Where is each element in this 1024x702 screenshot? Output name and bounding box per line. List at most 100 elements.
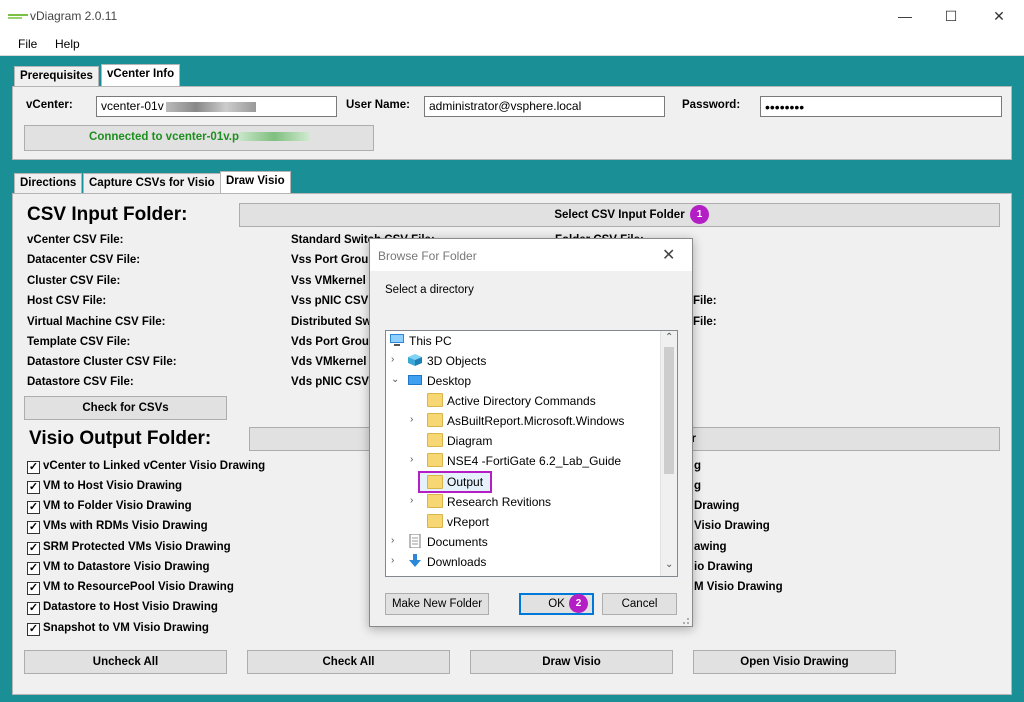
expand-arrow-icon[interactable]: ›	[391, 555, 401, 566]
dialog-title-bar: Browse For Folder ✕	[370, 239, 692, 271]
expand-arrow-icon[interactable]: ›	[391, 354, 401, 365]
expand-arrow-icon[interactable]: ›	[391, 535, 401, 546]
tree-item-folder[interactable]: vReport	[386, 512, 656, 532]
csv-file-label: Distributed Sw	[291, 316, 372, 328]
dialog-subtitle: Select a directory	[385, 284, 474, 296]
csv-file-label: Vss Port Group	[291, 254, 376, 266]
checkbox-label: io Drawing	[694, 561, 753, 573]
tree-scrollbar[interactable]: ⌃ ⌄	[660, 331, 677, 576]
resize-grip-icon[interactable]	[679, 614, 690, 625]
tab-prerequisites[interactable]: Prerequisites	[14, 66, 99, 87]
open-visio-drawing-button[interactable]: Open Visio Drawing	[693, 650, 896, 674]
dialog-close-button[interactable]: ✕	[662, 245, 675, 265]
tree-item-this-pc[interactable]: This PC	[386, 331, 656, 351]
cube-icon	[408, 354, 422, 366]
tree-item-label: Diagram	[447, 434, 493, 448]
checkbox-label: Datastore to Host Visio Drawing	[43, 601, 218, 613]
scroll-up-icon[interactable]: ⌃	[665, 332, 673, 343]
expand-arrow-icon[interactable]: ›	[410, 454, 420, 465]
tree-item-documents[interactable]: › Documents	[386, 532, 656, 552]
checkbox[interactable]: ✓	[27, 582, 40, 595]
check-for-csvs-button[interactable]: Check for CSVs	[24, 396, 227, 420]
vcenter-value: vcenter-01v	[101, 99, 164, 113]
password-input[interactable]: ••••••••	[760, 96, 1002, 117]
tab-directions[interactable]: Directions	[14, 173, 83, 194]
close-button[interactable]: ✕	[976, 0, 1022, 32]
checkbox-label: Snapshot to VM Visio Drawing	[43, 622, 209, 634]
folder-icon	[427, 393, 443, 407]
step-badge-1: 1	[690, 205, 709, 224]
app-icon	[8, 14, 28, 19]
csv-file-label: Vss pNIC CSV	[291, 295, 369, 307]
checkbox-label: VM to Folder Visio Drawing	[43, 500, 192, 512]
checkbox-label: SRM Protected VMs Visio Drawing	[43, 541, 231, 553]
checkbox-label: vCenter to Linked vCenter Visio Drawing	[43, 460, 266, 472]
checkbox-label: g	[694, 460, 702, 472]
tree-item-label: Downloads	[427, 555, 487, 569]
make-new-folder-button[interactable]: Make New Folder	[385, 593, 489, 615]
vcenter-input[interactable]: vcenter-01v	[96, 96, 337, 117]
tab-capture-csvs[interactable]: Capture CSVs for Visio	[83, 173, 221, 194]
menu-file[interactable]: File	[18, 37, 37, 51]
folder-icon	[427, 494, 443, 508]
tree-item-label: 3D Objects	[427, 354, 487, 368]
maximize-button[interactable]: ☐	[928, 0, 974, 32]
checkbox[interactable]: ✓	[27, 542, 40, 555]
checkbox-label: VM to Host Visio Drawing	[43, 480, 183, 492]
username-input[interactable]: administrator@vsphere.local	[424, 96, 665, 117]
cancel-button[interactable]: Cancel	[602, 593, 677, 615]
checkbox-label: g	[694, 480, 702, 492]
folder-icon	[427, 475, 443, 489]
checkbox[interactable]: ✓	[27, 623, 40, 636]
tree-item-desktop[interactable]: ⌄ Desktop	[386, 371, 656, 391]
menu-help[interactable]: Help	[55, 37, 80, 51]
check-all-button[interactable]: Check All	[247, 650, 450, 674]
csv-file-label: File:	[693, 295, 717, 307]
csv-file-label: Vss VMkernel	[291, 275, 366, 287]
tree-item-downloads[interactable]: › Downloads	[386, 552, 656, 572]
checkbox[interactable]: ✓	[27, 461, 40, 474]
uncheck-all-button[interactable]: Uncheck All	[24, 650, 227, 674]
tree-item-3d-objects[interactable]: › 3D Objects	[386, 351, 656, 371]
tree-item-label: This PC	[409, 334, 452, 348]
scrollbar-thumb[interactable]	[664, 347, 674, 474]
tree-item-folder[interactable]: Active Directory Commands	[386, 391, 656, 411]
folder-tree[interactable]: This PC › 3D Objects ⌄ Desktop Active Di…	[385, 330, 678, 577]
expand-arrow-icon[interactable]: ›	[410, 414, 420, 425]
blurred-redaction	[238, 132, 309, 142]
checkbox[interactable]: ✓	[27, 602, 40, 615]
tab-vcenter-info[interactable]: vCenter Info	[101, 64, 181, 86]
step-badge-2: 2	[569, 594, 588, 613]
vcenter-label: vCenter:	[26, 99, 73, 111]
tab-draw-visio[interactable]: Draw Visio	[220, 171, 291, 193]
minimize-button[interactable]: —	[882, 0, 928, 32]
scroll-down-icon[interactable]: ⌄	[665, 559, 673, 570]
window-title: vDiagram 2.0.11	[30, 9, 118, 23]
tree-item-folder[interactable]: › AsBuiltReport.Microsoft.Windows	[386, 411, 656, 431]
tree-item-folder[interactable]: › NSE4 -FortiGate 6.2_Lab_Guide	[386, 451, 656, 471]
password-label: Password:	[682, 99, 741, 111]
tree-item-folder[interactable]: › Research Revitions	[386, 492, 656, 512]
tree-item-folder[interactable]: Diagram	[386, 431, 656, 451]
checkbox[interactable]: ✓	[27, 521, 40, 534]
folder-icon	[427, 453, 443, 467]
csv-file-label: vCenter CSV File:	[27, 234, 124, 246]
tree-item-output-selected[interactable]: Output	[418, 471, 492, 493]
folder-icon	[427, 413, 443, 427]
checkbox-label: awing	[694, 541, 727, 553]
checkbox[interactable]: ✓	[27, 562, 40, 575]
tree-item-label: vReport	[447, 515, 490, 529]
checkbox-label: VM to Datastore Visio Drawing	[43, 561, 210, 573]
select-csv-input-folder-button[interactable]: Select CSV Input Folder	[239, 203, 1000, 227]
checkbox[interactable]: ✓	[27, 481, 40, 494]
expand-arrow-icon[interactable]: ›	[410, 495, 420, 506]
csv-file-label: Host CSV File:	[27, 295, 107, 307]
connection-status-text: Connected to vcenter-01v.p	[89, 131, 239, 143]
tree-item-label: Desktop	[427, 374, 472, 388]
tree-item-label: Research Revitions	[447, 495, 552, 509]
draw-visio-button[interactable]: Draw Visio	[470, 650, 673, 674]
checkbox[interactable]: ✓	[27, 501, 40, 514]
checkbox-label: VM to ResourcePool Visio Drawing	[43, 581, 234, 593]
collapse-arrow-icon[interactable]: ⌄	[391, 374, 401, 385]
checkbox-label: VMs with RDMs Visio Drawing	[43, 520, 208, 532]
